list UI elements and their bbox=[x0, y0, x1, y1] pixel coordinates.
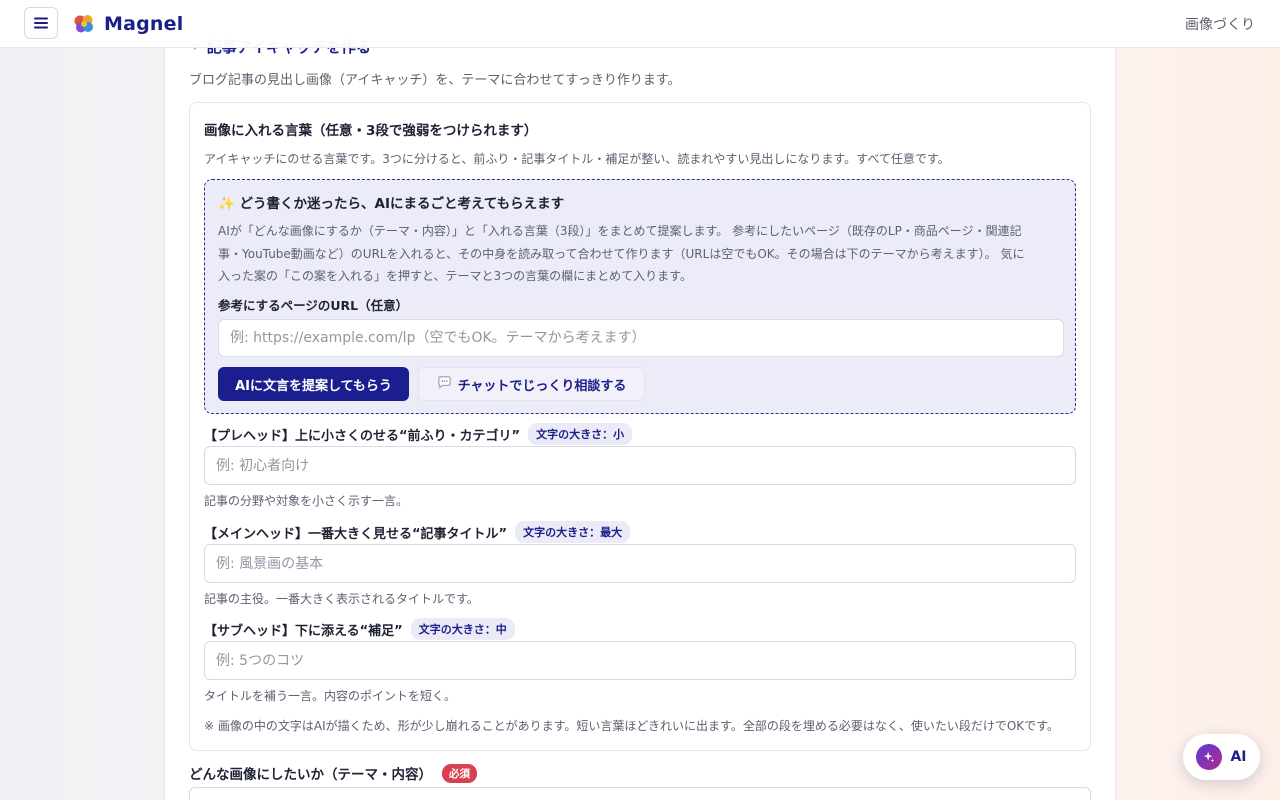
brand-logo[interactable]: Magnel bbox=[72, 10, 183, 38]
mainhead-label: 【メインヘッド】一番大きく見せる“記事タイトル” 文字の大きさ：最大 bbox=[204, 521, 631, 543]
header-nav-link[interactable]: 画像づくり bbox=[1185, 14, 1255, 34]
ai-box-description: AIが「どんな画像にするか（テーマ・内容）」と「入れる言葉（3段）」をまとめて提… bbox=[218, 220, 1063, 288]
speech-bubble-icon bbox=[437, 375, 452, 394]
size-badge: 文字の大きさ：最大 bbox=[515, 521, 631, 543]
ai-sparkle-icon bbox=[1196, 744, 1223, 770]
prehead-input[interactable] bbox=[204, 446, 1076, 485]
subhead-label-text: 【サブヘッド】下に添える“補足” bbox=[204, 623, 403, 639]
panel-description: アイキャッチにのせる言葉です。3つに分けると、前ふり・記事タイトル・補足が整い、… bbox=[204, 152, 950, 166]
suggest-text-button[interactable]: AIに文言を提案してもらう bbox=[218, 367, 409, 401]
brand-name: Magnel bbox=[104, 13, 184, 35]
ai-fab-label: AI bbox=[1230, 749, 1247, 765]
hamburger-icon bbox=[34, 17, 48, 29]
ai-desc-line: 事・YouTube動画など）のURLを入れると、その中身を読み取って合わせて作り… bbox=[218, 246, 1025, 261]
mainhead-label-text: 【メインヘッド】一番大きく見せる“記事タイトル” bbox=[204, 526, 508, 542]
required-badge: 必須 bbox=[442, 763, 477, 783]
chat-consult-button[interactable]: チャットでじっくり相談する bbox=[418, 367, 645, 401]
ai-suggest-box: ✨ どう書くか迷ったら、AIにまるごと考えてもらえます AIが「どんな画像にする… bbox=[204, 179, 1076, 414]
theme-label-text: どんな画像にしたいか（テーマ・内容） bbox=[189, 767, 432, 783]
chat-button-label: チャットでじっくり相談する bbox=[457, 378, 627, 394]
theme-label: どんな画像にしたいか（テーマ・内容） 必須 bbox=[189, 763, 477, 783]
theme-textarea[interactable] bbox=[189, 787, 1091, 800]
prehead-label: 【プレヘッド】上に小さくのせる“前ふり・カテゴリ” 文字の大きさ：小 bbox=[204, 423, 633, 445]
brain-logo-icon bbox=[74, 15, 93, 33]
subhead-input[interactable] bbox=[204, 641, 1076, 680]
text-panel: 画像に入れる言葉（任意・3段で強弱をつけられます） アイキャッチにのせる言葉です… bbox=[189, 102, 1091, 751]
mainhead-input[interactable] bbox=[204, 544, 1076, 583]
ai-desc-line: 入った案の「この案を入れる」を押すと、テーマと3つの言葉の欄にまとめて入ります。 bbox=[218, 269, 692, 283]
top-header: Magnel 画像づくり bbox=[0, 0, 1280, 48]
ai-assistant-button[interactable]: AI bbox=[1183, 734, 1260, 780]
size-badge: 文字の大きさ：小 bbox=[528, 423, 633, 445]
panel-note: ※ 画像の中の文字はAIが描くため、形が少し崩れることがあります。短い言葉ほどき… bbox=[204, 719, 1059, 733]
section-description: ブログ記事の見出し画像（アイキャッチ）を、テーマに合わせてすっきり作ります。 bbox=[189, 73, 681, 88]
subhead-help: タイトルを補う一言。内容のポイントを短く。 bbox=[204, 689, 457, 703]
ai-box-title: ✨ どう書くか迷ったら、AIにまるごと考えてもらえます bbox=[218, 196, 565, 212]
subhead-label: 【サブヘッド】下に添える“補足” 文字の大きさ：中 bbox=[204, 618, 515, 640]
url-label: 参考にするページのURL（任意） bbox=[218, 298, 409, 313]
prehead-help: 記事の分野や対象を小さく示す一言。 bbox=[204, 494, 409, 508]
ai-desc-line: AIが「どんな画像にするか（テーマ・内容）」と「入れる言葉（3段）」をまとめて提… bbox=[218, 224, 1022, 238]
reference-url-input[interactable] bbox=[218, 319, 1064, 357]
prehead-label-text: 【プレヘッド】上に小さくのせる“前ふり・カテゴリ” bbox=[204, 428, 521, 444]
size-badge: 文字の大きさ：中 bbox=[410, 618, 515, 640]
mainhead-help: 記事の主役。一番大きく表示されるタイトルです。 bbox=[204, 592, 479, 606]
panel-title: 画像に入れる言葉（任意・3段で強弱をつけられます） bbox=[204, 123, 538, 139]
menu-button[interactable] bbox=[24, 7, 58, 39]
